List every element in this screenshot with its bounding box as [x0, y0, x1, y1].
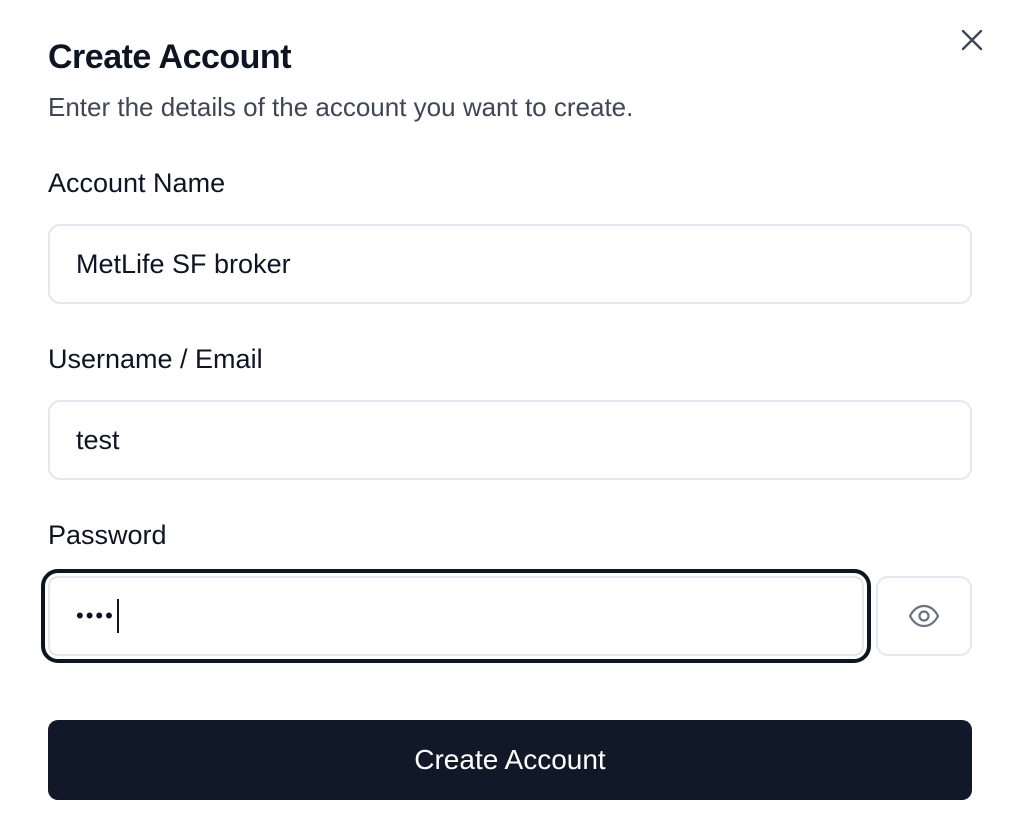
close-icon [961, 29, 983, 51]
username-value: test [76, 424, 120, 455]
account-name-label: Account Name [48, 168, 226, 198]
text-caret [116, 599, 119, 633]
create-account-button[interactable]: Create Account [48, 720, 972, 800]
dialog-title: Create Account [48, 38, 292, 76]
username-input[interactable]: test [48, 400, 972, 480]
dialog-subtitle: Enter the details of the account you wan… [48, 92, 634, 122]
toggle-password-visibility-button[interactable] [876, 576, 972, 656]
create-account-dialog: Create Account Enter the details of the … [0, 0, 1020, 840]
password-input[interactable]: •••• [41, 569, 871, 663]
username-label: Username / Email [48, 344, 263, 374]
account-name-value: MetLife SF broker [76, 248, 291, 279]
eye-icon [908, 604, 940, 628]
password-label: Password [48, 520, 167, 550]
password-masked-value: •••• [76, 603, 115, 628]
close-button[interactable] [956, 24, 988, 56]
account-name-input[interactable]: MetLife SF broker [48, 224, 972, 304]
